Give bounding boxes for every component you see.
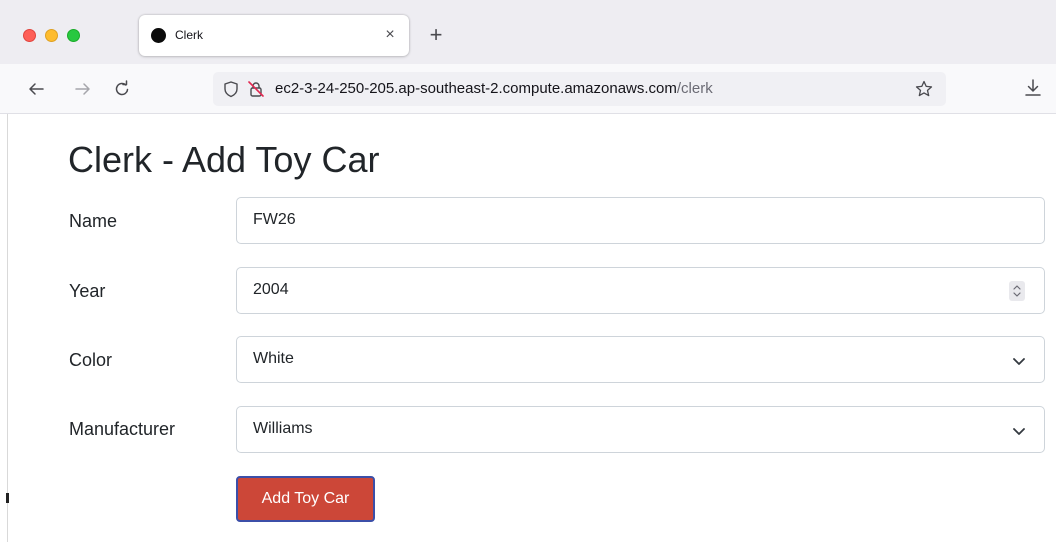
manufacturer-label: Manufacturer (69, 419, 176, 439)
add-toy-car-button[interactable]: Add Toy Car (236, 476, 375, 522)
manufacturer-selected-value: Williams (253, 420, 313, 437)
manufacturer-select[interactable]: Williams (236, 406, 1045, 453)
page-title: Clerk - Add Toy Car (68, 139, 380, 180)
page-left-edge (7, 114, 8, 542)
arrow-left-icon (29, 83, 44, 95)
name-label: Name (69, 211, 118, 231)
browser-toolbar: ec2-3-24-250-205.ap-southeast-2.compute.… (0, 64, 1056, 114)
year-value: 2004 (253, 281, 289, 298)
tab-close-button[interactable]: × (379, 24, 401, 46)
favicon-icon (151, 28, 166, 43)
zoom-window-button[interactable] (67, 29, 80, 42)
reload-icon (115, 80, 129, 96)
text-cursor-mark (6, 493, 9, 503)
color-selected-value: White (253, 350, 294, 367)
year-stepper[interactable] (1009, 281, 1025, 301)
year-label: Year (69, 281, 106, 301)
up-down-arrows-icon (1013, 285, 1021, 297)
close-icon: × (385, 26, 395, 43)
tracking-shield-icon[interactable] (222, 80, 240, 98)
url-path: /clerk (676, 80, 713, 97)
chevron-down-icon (1013, 428, 1025, 435)
download-icon[interactable] (1022, 77, 1044, 99)
arrow-right-icon (75, 83, 90, 95)
reload-button[interactable] (110, 77, 134, 101)
back-button[interactable] (24, 77, 48, 101)
browser-tab-strip: Clerk × + (0, 0, 1056, 64)
url-host: ec2-3-24-250-205.ap-southeast-2.compute.… (275, 80, 677, 97)
year-input[interactable]: 2004 (236, 267, 1045, 314)
browser-tab[interactable]: Clerk × (139, 15, 409, 56)
name-value: FW26 (253, 211, 296, 228)
minimize-window-button[interactable] (45, 29, 58, 42)
tab-title: Clerk (175, 28, 204, 42)
insecure-lock-icon[interactable] (247, 80, 265, 98)
star-icon[interactable] (914, 79, 934, 99)
address-bar[interactable]: ec2-3-24-250-205.ap-southeast-2.compute.… (213, 72, 946, 106)
new-tab-button[interactable]: + (424, 24, 448, 48)
forward-button[interactable] (71, 77, 95, 101)
plus-icon: + (429, 22, 443, 47)
color-label: Color (69, 350, 113, 370)
url-text[interactable]: ec2-3-24-250-205.ap-southeast-2.compute.… (275, 80, 713, 97)
close-window-button[interactable] (23, 29, 36, 42)
name-input[interactable]: FW26 (236, 197, 1045, 244)
chevron-down-icon (1013, 358, 1025, 365)
color-select[interactable]: White (236, 336, 1045, 383)
